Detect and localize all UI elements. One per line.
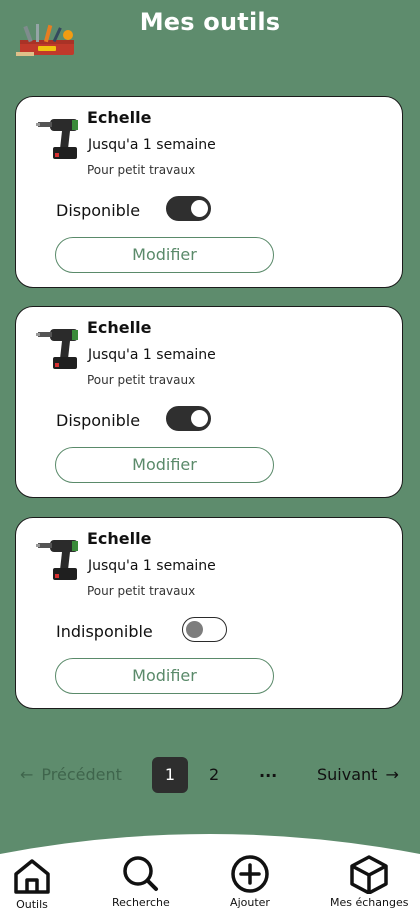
nav-recherche[interactable]: Recherche bbox=[112, 854, 170, 909]
tool-duration: Jusqu'a 1 semaine bbox=[88, 347, 216, 363]
drill-icon bbox=[36, 329, 78, 369]
tool-name: Echelle bbox=[87, 108, 152, 127]
next-label: Suivant bbox=[317, 765, 378, 784]
toggle-knob bbox=[186, 621, 203, 638]
modify-button[interactable]: Modifier bbox=[55, 658, 274, 694]
availability-toggle[interactable] bbox=[182, 617, 227, 642]
modify-button[interactable]: Modifier bbox=[55, 237, 274, 273]
drill-icon bbox=[36, 119, 78, 159]
tool-name: Echelle bbox=[87, 529, 152, 548]
availability-label: Indisponible bbox=[56, 622, 153, 641]
previous-label: Précédent bbox=[41, 765, 122, 784]
box-icon bbox=[350, 855, 388, 894]
nav-label: Ajouter bbox=[230, 896, 270, 909]
pagination-ellipsis: ... bbox=[259, 762, 278, 781]
availability-label: Disponible bbox=[56, 201, 141, 220]
next-page-button[interactable]: Suivant → bbox=[317, 765, 399, 784]
tool-description: Pour petit travaux bbox=[87, 163, 196, 177]
pagination: ← Précédent 1 2 ... Suivant → bbox=[0, 756, 420, 794]
availability-toggle[interactable] bbox=[166, 196, 211, 221]
tool-card: Echelle Jusqu'a 1 semaine Pour petit tra… bbox=[15, 517, 403, 709]
nav-ajouter[interactable]: Ajouter bbox=[228, 854, 272, 909]
availability-label: Disponible bbox=[56, 411, 141, 430]
nav-label: Outils bbox=[16, 898, 48, 911]
tool-description: Pour petit travaux bbox=[87, 584, 196, 598]
nav-outils[interactable]: Outils bbox=[11, 856, 53, 911]
home-icon bbox=[14, 859, 50, 894]
app-header: Mes outils bbox=[0, 0, 420, 80]
toggle-knob bbox=[191, 200, 208, 217]
previous-page-button[interactable]: ← Précédent bbox=[20, 765, 122, 784]
tool-duration: Jusqu'a 1 semaine bbox=[88, 558, 216, 574]
nav-label: Recherche bbox=[112, 896, 170, 909]
arrow-left-icon: ← bbox=[20, 765, 34, 784]
page-title: Mes outils bbox=[139, 8, 281, 36]
toggle-knob bbox=[191, 410, 208, 427]
page-1-button[interactable]: 1 bbox=[152, 757, 188, 793]
nav-label: Mes échanges bbox=[330, 896, 409, 909]
tool-description: Pour petit travaux bbox=[87, 373, 196, 387]
availability-toggle[interactable] bbox=[166, 406, 211, 431]
nav-mes-echanges[interactable]: Mes échanges bbox=[330, 854, 408, 909]
drill-icon bbox=[36, 540, 78, 580]
tool-card: Echelle Jusqu'a 1 semaine Pour petit tra… bbox=[15, 96, 403, 288]
bottom-navigation: Outils Recherche Ajouter Mes échanges bbox=[0, 826, 420, 922]
add-circle-icon bbox=[231, 855, 269, 893]
arrow-right-icon: → bbox=[385, 765, 399, 784]
page-2-button[interactable]: 2 bbox=[209, 765, 219, 784]
search-icon bbox=[123, 856, 158, 891]
tool-duration: Jusqu'a 1 semaine bbox=[88, 137, 216, 153]
tool-name: Echelle bbox=[87, 318, 152, 337]
tool-card: Echelle Jusqu'a 1 semaine Pour petit tra… bbox=[15, 306, 403, 498]
modify-button[interactable]: Modifier bbox=[55, 447, 274, 483]
